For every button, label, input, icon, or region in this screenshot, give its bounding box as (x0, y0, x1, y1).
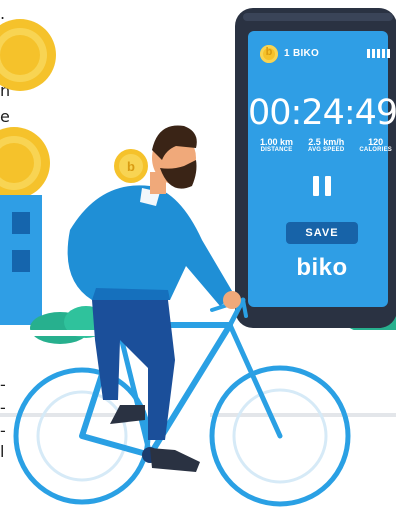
stat-calories: 120 CALORIES (359, 137, 392, 153)
phone-status-row: 1 BIKO (260, 45, 396, 63)
svg-text:b: b (127, 159, 135, 174)
coin-icon (0, 19, 56, 91)
stat-label: CALORIES (359, 147, 392, 153)
stat-value: 1.00 km (260, 137, 294, 147)
stat-label: AVG SPEED (308, 147, 345, 153)
ride-timer: 00:24:49 (248, 93, 396, 133)
coin-icon: b (114, 149, 148, 183)
coin-icon (0, 127, 50, 199)
stat-value: 2.5 km/h (308, 137, 345, 147)
stat-distance: 1.00 km DISTANCE (260, 137, 293, 153)
coin-balance: 1 BIKO (284, 48, 320, 59)
stat-label: DISTANCE (260, 147, 293, 153)
pause-button[interactable] (313, 176, 331, 196)
stat-avg-speed: 2.5 km/h AVG SPEED (308, 137, 344, 153)
phone-screen: 1 BIKO 00:24:49 1.00 km DISTANCE 2.5 km/… (248, 31, 396, 307)
ride-stats: 1.00 km DISTANCE 2.5 km/h AVG SPEED 120 … (260, 137, 392, 153)
stat-value: 120 (368, 137, 384, 147)
ground-line (0, 413, 396, 417)
battery-icon (367, 49, 390, 58)
coin-icon (260, 45, 278, 63)
save-button[interactable]: SAVE (286, 222, 358, 244)
building-shape (0, 195, 42, 325)
brand-logo: biko (296, 254, 348, 281)
